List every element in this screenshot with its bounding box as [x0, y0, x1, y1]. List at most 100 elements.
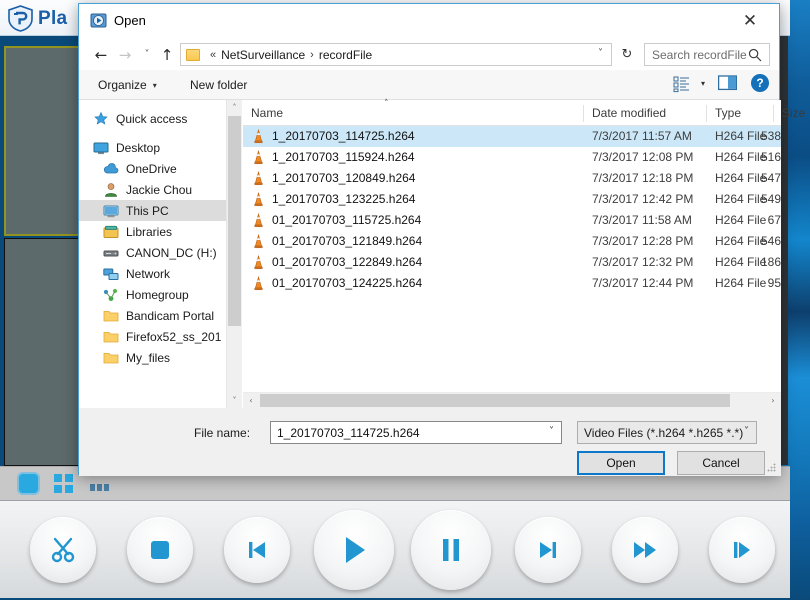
file-type-value: Video Files (*.h264 *.h265 *.*)	[584, 425, 744, 440]
pause-button[interactable]	[411, 510, 491, 590]
table-row[interactable]: 01_20170703_122849.h264 7/3/2017 12:32 P…	[243, 252, 781, 273]
column-header-size[interactable]: Size	[782, 106, 805, 120]
chevron-down-icon[interactable]: ˅	[744, 426, 749, 437]
skip-previous-icon	[249, 542, 265, 558]
sort-indicator-icon: ˄	[384, 99, 389, 109]
cloud-icon	[103, 162, 119, 173]
table-row[interactable]: 01_20170703_121849.h264 7/3/2017 12:28 P…	[243, 231, 781, 252]
chevron-down-icon[interactable]: ▾	[701, 79, 705, 88]
scroll-right-icon[interactable]: ›	[765, 393, 781, 408]
cancel-button[interactable]: Cancel	[677, 451, 765, 475]
file-name-input[interactable]: 1_20170703_114725.h264 ˅	[270, 421, 562, 444]
sidebar-item-label: Jackie Chou	[126, 182, 193, 197]
file-name: 1_20170703_114725.h264	[272, 129, 415, 143]
computer-icon	[103, 205, 119, 217]
resize-grip[interactable]	[767, 463, 776, 472]
open-button[interactable]: Open	[577, 451, 665, 475]
refresh-button[interactable]: ↻	[616, 43, 638, 66]
grid-view-icon[interactable]	[54, 474, 73, 493]
folder-icon	[103, 310, 119, 321]
sidebar-item-canon-dc[interactable]: CANON_DC (H:)	[79, 242, 226, 263]
cut-button[interactable]	[30, 517, 96, 583]
video-panel-1[interactable]	[4, 46, 80, 236]
dialog-close-icon[interactable]: ✕	[730, 8, 770, 34]
new-folder-button[interactable]: New folder	[185, 75, 252, 95]
table-row[interactable]: 01_20170703_115725.h264 7/3/2017 11:58 A…	[243, 210, 781, 231]
dialog-titlebar: Open ✕	[79, 4, 779, 38]
scroll-down-icon[interactable]: ˅	[227, 393, 242, 408]
play-icon	[346, 537, 365, 563]
player-control-bar	[0, 500, 790, 598]
file-size: 516	[760, 150, 781, 164]
dots-icon[interactable]	[90, 484, 109, 491]
breadcrumb[interactable]: « NetSurveillance › recordFile ˅	[180, 43, 612, 66]
sidebar-item-jackie-chou[interactable]: Jackie Chou	[79, 179, 226, 200]
play-button[interactable]	[314, 510, 394, 590]
dialog-navigation-bar: ← → ˅ ↑ « NetSurveillance › recordFile ˅…	[79, 38, 779, 70]
stop-square-icon[interactable]	[19, 474, 38, 493]
dialog-title: Open	[114, 13, 146, 28]
sidebar-item-quick-access[interactable]: Quick access	[79, 108, 226, 129]
view-options-icon[interactable]	[673, 75, 691, 93]
back-button[interactable]: ←	[91, 45, 111, 64]
fast-forward-button[interactable]	[612, 517, 678, 583]
horizontal-scrollbar[interactable]: ‹ ›	[243, 392, 781, 408]
help-button[interactable]: ?	[751, 74, 769, 92]
sidebar-item-bandicam-portal[interactable]: Bandicam Portal	[79, 305, 226, 326]
table-row[interactable]: 1_20170703_114725.h264 7/3/2017 11:57 AM…	[243, 126, 781, 147]
breadcrumb-prefix: «	[210, 48, 217, 61]
scroll-up-icon[interactable]: ˄	[227, 100, 242, 115]
chevron-down-icon[interactable]: ˅	[598, 48, 603, 59]
frame-step-button[interactable]	[709, 517, 775, 583]
sidebar-item-onedrive[interactable]: OneDrive	[79, 158, 226, 179]
sidebar-item-desktop[interactable]: Desktop	[79, 137, 226, 158]
file-name: 01_20170703_121849.h264	[272, 234, 423, 248]
stop-button[interactable]	[127, 517, 193, 583]
sidebar-item-firefox52[interactable]: Firefox52_ss_201	[79, 326, 226, 347]
network-icon	[103, 268, 119, 280]
file-type-select[interactable]: Video Files (*.h264 *.h265 *.*) ˅	[577, 421, 757, 444]
sidebar-item-label: This PC	[126, 203, 169, 218]
next-button[interactable]	[515, 517, 581, 583]
sidebar-item-label: OneDrive	[126, 161, 177, 176]
scrollbar-thumb[interactable]	[228, 116, 241, 326]
sidebar-item-label: Network	[126, 266, 171, 281]
search-input[interactable]: Search recordFile	[644, 43, 770, 66]
pause-icon	[443, 539, 459, 561]
media-player-icon	[90, 13, 107, 28]
table-row[interactable]: 1_20170703_123225.h264 7/3/2017 12:42 PM…	[243, 189, 781, 210]
chevron-down-icon[interactable]: ˅	[549, 426, 554, 437]
sidebar-item-libraries[interactable]: Libraries	[79, 221, 226, 242]
preview-pane-icon[interactable]	[718, 75, 737, 91]
up-button[interactable]: ↑	[157, 45, 177, 64]
previous-button[interactable]	[224, 517, 290, 583]
column-header-type[interactable]: Type	[715, 106, 741, 120]
open-file-dialog: Open ✕ ← → ˅ ↑ « NetSurveillance › recor…	[78, 3, 805, 476]
sidebar-item-label: Libraries	[126, 224, 173, 239]
breadcrumb-separator: ›	[310, 48, 314, 61]
sidebar-item-homegroup[interactable]: Homegroup	[79, 284, 226, 305]
breadcrumb-item-0[interactable]: NetSurveillance	[221, 48, 305, 62]
shield-logo-icon	[8, 5, 33, 32]
table-row[interactable]: 1_20170703_115924.h264 7/3/2017 12:08 PM…	[243, 147, 781, 168]
forward-button[interactable]: →	[115, 45, 135, 64]
sidebar-item-network[interactable]: Network	[79, 263, 226, 284]
libraries-icon	[103, 225, 119, 238]
column-header-date-modified[interactable]: Date modified	[592, 106, 666, 120]
table-row[interactable]: 01_20170703_124225.h264 7/3/2017 12:44 P…	[243, 273, 781, 294]
sidebar-item-my-files[interactable]: My_files	[79, 347, 226, 368]
organize-button[interactable]: Organize ▾	[93, 75, 162, 95]
column-header-name[interactable]: Name	[251, 106, 283, 120]
sidebar-item-this-pc[interactable]: This PC	[79, 200, 226, 221]
file-rows: 1_20170703_114725.h264 7/3/2017 11:57 AM…	[243, 126, 781, 386]
scrollbar-thumb[interactable]	[260, 394, 730, 407]
video-panel-2[interactable]	[4, 238, 80, 466]
sidebar-item-label: Quick access	[116, 111, 188, 126]
scroll-left-icon[interactable]: ‹	[243, 393, 259, 408]
file-name: 01_20170703_124225.h264	[272, 276, 423, 290]
table-row[interactable]: 1_20170703_120849.h264 7/3/2017 12:18 PM…	[243, 168, 781, 189]
vlc-cone-icon	[254, 192, 263, 207]
breadcrumb-item-1[interactable]: recordFile	[319, 48, 372, 62]
sidebar-scrollbar[interactable]: ˄ ˅	[227, 100, 242, 408]
recent-locations-button[interactable]: ˅	[137, 45, 157, 64]
